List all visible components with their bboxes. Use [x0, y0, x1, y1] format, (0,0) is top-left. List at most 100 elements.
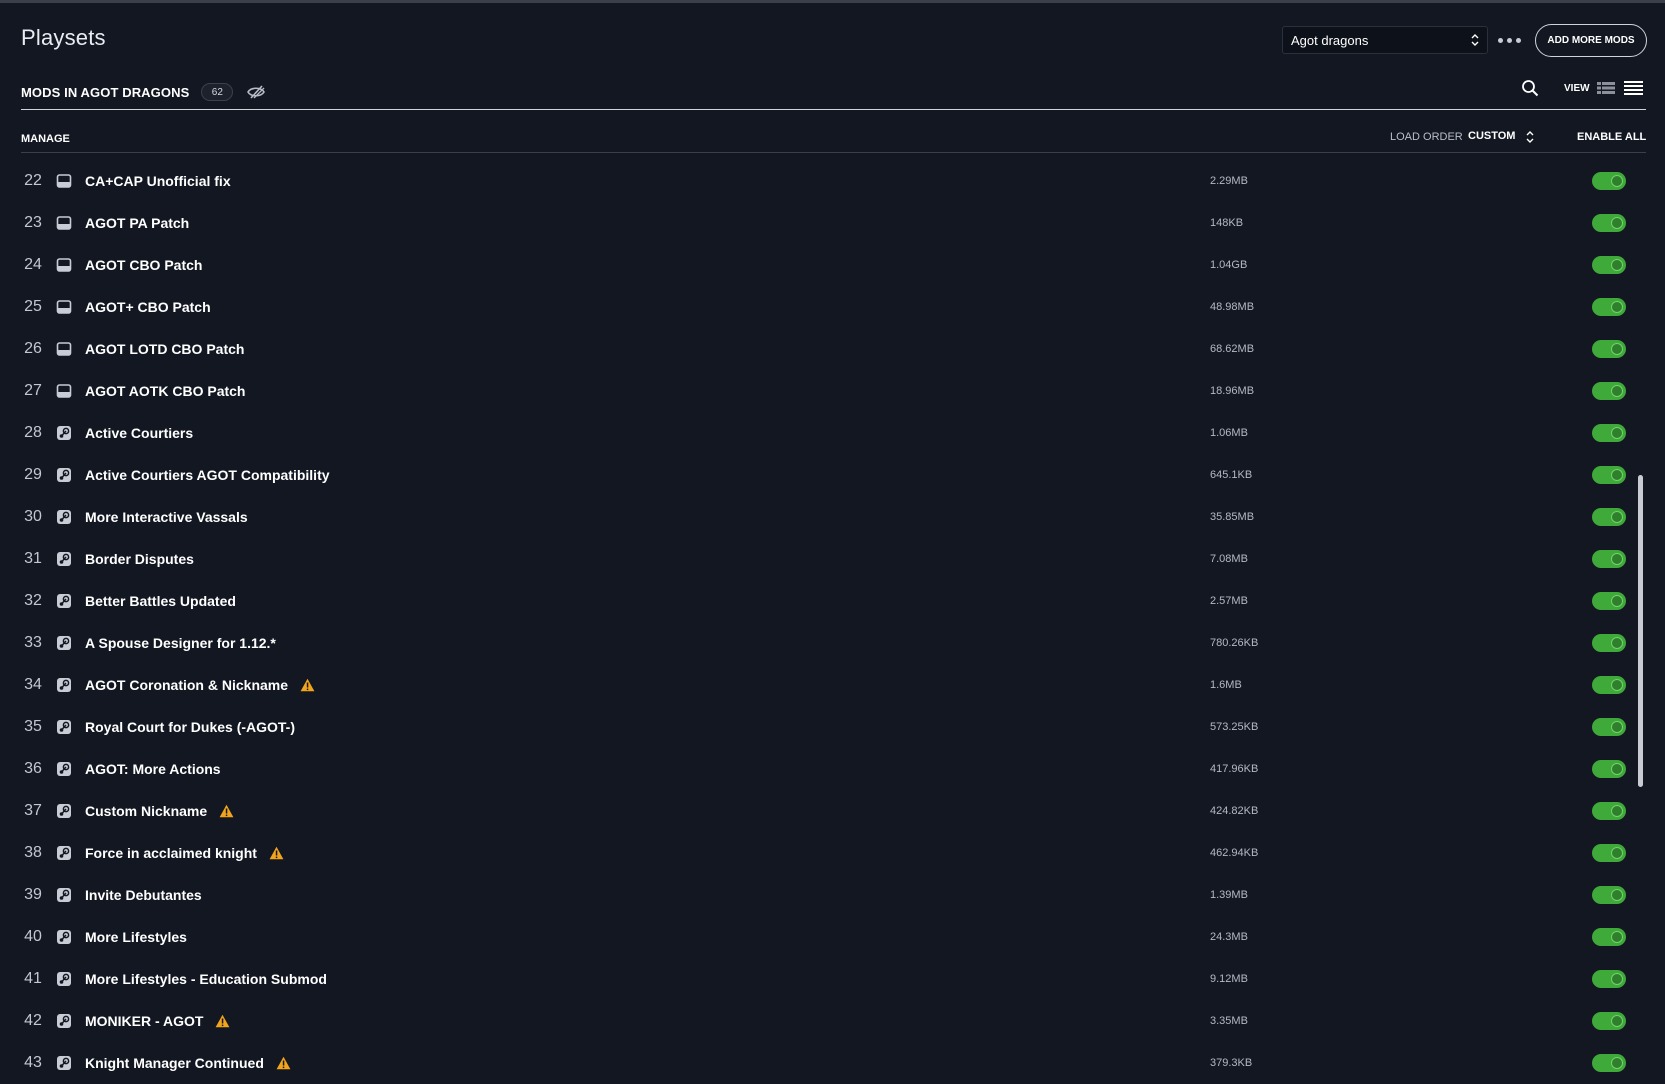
local-drive-icon [56, 299, 72, 315]
toggle-knob [1611, 595, 1623, 607]
sort-chevron-icon[interactable] [1526, 130, 1534, 144]
mod-enabled-toggle[interactable] [1592, 1012, 1626, 1030]
mod-name[interactable]: Royal Court for Dukes (-AGOT-) [85, 719, 295, 735]
toggle-knob [1611, 511, 1623, 523]
mod-row[interactable]: 33 A Spouse Designer for 1.12.* 780.26KB [0, 622, 1640, 664]
mod-row[interactable]: 36 AGOT: More Actions 417.96KB [0, 748, 1640, 790]
mod-name[interactable]: Active Courtiers AGOT Compatibility [85, 467, 330, 483]
mod-row[interactable]: 30 More Interactive Vassals 35.85MB [0, 496, 1640, 538]
toggle-knob [1611, 763, 1623, 775]
mod-enabled-toggle[interactable] [1592, 172, 1626, 190]
mod-enabled-toggle[interactable] [1592, 1054, 1626, 1072]
mod-size: 1.04GB [1210, 259, 1248, 271]
mod-enabled-toggle[interactable] [1592, 676, 1626, 694]
mod-enabled-toggle[interactable] [1592, 382, 1626, 400]
mod-enabled-toggle[interactable] [1592, 928, 1626, 946]
mod-name[interactable]: Active Courtiers [85, 425, 193, 441]
mod-name[interactable]: AGOT LOTD CBO Patch [85, 341, 244, 357]
mod-name[interactable]: More Interactive Vassals [85, 509, 248, 525]
load-order-number: 41 [24, 970, 42, 987]
mod-name[interactable]: MONIKER - AGOT [85, 1013, 203, 1029]
view-list-icon[interactable] [1624, 81, 1643, 95]
mod-name[interactable]: AGOT Coronation & Nickname [85, 677, 288, 693]
warning-icon[interactable] [269, 846, 284, 860]
local-drive-icon [56, 257, 72, 273]
mod-name[interactable]: AGOT+ CBO Patch [85, 299, 211, 315]
mod-enabled-toggle[interactable] [1592, 550, 1626, 568]
mod-row[interactable]: 40 More Lifestyles 24.3MB [0, 916, 1640, 958]
view-compact-list-icon[interactable] [1597, 81, 1615, 95]
mod-name[interactable]: Better Battles Updated [85, 593, 236, 609]
mod-name[interactable]: AGOT CBO Patch [85, 257, 202, 273]
mod-enabled-toggle[interactable] [1592, 718, 1626, 736]
mod-name[interactable]: AGOT: More Actions [85, 761, 221, 777]
mod-row[interactable]: 35 Royal Court for Dukes (-AGOT-) 573.25KB [0, 706, 1640, 748]
mod-enabled-toggle[interactable] [1592, 256, 1626, 274]
mod-row[interactable]: 43 Knight Manager Continued 379.3KB [0, 1042, 1640, 1084]
mod-enabled-toggle[interactable] [1592, 760, 1626, 778]
manage-label[interactable]: MANAGE [21, 133, 70, 145]
search-icon[interactable] [1521, 79, 1539, 97]
mod-row[interactable]: 41 More Lifestyles - Education Submod 9.12… [0, 958, 1640, 1000]
mod-name[interactable]: A Spouse Designer for 1.12.* [85, 635, 276, 651]
mod-name[interactable]: More Lifestyles [85, 929, 187, 945]
mod-name[interactable]: Invite Debutantes [85, 887, 202, 903]
mod-enabled-toggle[interactable] [1592, 592, 1626, 610]
load-order-select[interactable]: CUSTOM [1468, 130, 1515, 142]
mod-enabled-toggle[interactable] [1592, 886, 1626, 904]
mod-enabled-toggle[interactable] [1592, 466, 1626, 484]
enable-all-button[interactable]: ENABLE ALL [1577, 131, 1646, 143]
mod-name-wrap: Border Disputes [85, 551, 194, 567]
warning-icon[interactable] [215, 1014, 230, 1028]
hide-disabled-icon[interactable] [245, 83, 267, 101]
mod-name[interactable]: Force in acclaimed knight [85, 845, 257, 861]
mod-name[interactable]: Custom Nickname [85, 803, 207, 819]
warning-icon[interactable] [219, 804, 234, 818]
steam-icon [56, 803, 72, 819]
warning-icon[interactable] [276, 1056, 291, 1070]
mod-name[interactable]: More Lifestyles - Education Submod [85, 971, 327, 987]
mod-row[interactable]: 38 Force in acclaimed knight 462.94KB [0, 832, 1640, 874]
warning-icon[interactable] [300, 678, 315, 692]
mod-name[interactable]: Border Disputes [85, 551, 194, 567]
mod-row[interactable]: 23 AGOT PA Patch 148KB [0, 202, 1640, 244]
playset-select[interactable]: Agot dragons [1282, 26, 1488, 54]
more-options-icon[interactable] [1497, 32, 1521, 48]
mod-name[interactable]: CA+CAP Unofficial fix [85, 173, 231, 189]
mod-enabled-toggle[interactable] [1592, 970, 1626, 988]
mod-row[interactable]: 27 AGOT AOTK CBO Patch 18.96MB [0, 370, 1640, 412]
mod-row[interactable]: 22 CA+CAP Unofficial fix 2.29MB [0, 160, 1640, 202]
mod-row[interactable]: 25 AGOT+ CBO Patch 48.98MB [0, 286, 1640, 328]
scrollbar-thumb[interactable] [1638, 475, 1643, 787]
mod-row[interactable]: 42 MONIKER - AGOT 3.35MB [0, 1000, 1640, 1042]
mod-row[interactable]: 29 Active Courtiers AGOT Compatibility 645… [0, 454, 1640, 496]
mod-row[interactable]: 37 Custom Nickname 424.82KB [0, 790, 1640, 832]
mod-name-wrap: Invite Debutantes [85, 887, 202, 903]
mod-size: 24.3MB [1210, 931, 1248, 943]
mod-enabled-toggle[interactable] [1592, 802, 1626, 820]
mod-size: 35.85MB [1210, 511, 1255, 523]
add-more-mods-button[interactable]: ADD MORE MODS [1535, 24, 1647, 57]
mod-name[interactable]: AGOT AOTK CBO Patch [85, 383, 246, 399]
mod-enabled-toggle[interactable] [1592, 634, 1626, 652]
mod-enabled-toggle[interactable] [1592, 214, 1626, 232]
mod-row[interactable]: 31 Border Disputes 7.08MB [0, 538, 1640, 580]
mod-name[interactable]: Knight Manager Continued [85, 1055, 264, 1071]
load-order-label: LOAD ORDER [1390, 131, 1463, 143]
mod-enabled-toggle[interactable] [1592, 298, 1626, 316]
mod-row[interactable]: 39 Invite Debutantes 1.39MB [0, 874, 1640, 916]
mod-row[interactable]: 24 AGOT CBO Patch 1.04GB [0, 244, 1640, 286]
mod-name-wrap: AGOT AOTK CBO Patch [85, 383, 246, 399]
mod-enabled-toggle[interactable] [1592, 508, 1626, 526]
mod-row[interactable]: 28 Active Courtiers 1.06MB [0, 412, 1640, 454]
mod-name-wrap: CA+CAP Unofficial fix [85, 173, 231, 189]
mod-name-wrap: AGOT Coronation & Nickname [85, 677, 315, 693]
mod-row[interactable]: 26 AGOT LOTD CBO Patch 68.62MB [0, 328, 1640, 370]
mod-row[interactable]: 32 Better Battles Updated 2.57MB [0, 580, 1640, 622]
mod-enabled-toggle[interactable] [1592, 424, 1626, 442]
load-order-number: 35 [24, 718, 42, 735]
mod-enabled-toggle[interactable] [1592, 340, 1626, 358]
mod-name[interactable]: AGOT PA Patch [85, 215, 189, 231]
mod-enabled-toggle[interactable] [1592, 844, 1626, 862]
mod-row[interactable]: 34 AGOT Coronation & Nickname 1.6MB [0, 664, 1640, 706]
